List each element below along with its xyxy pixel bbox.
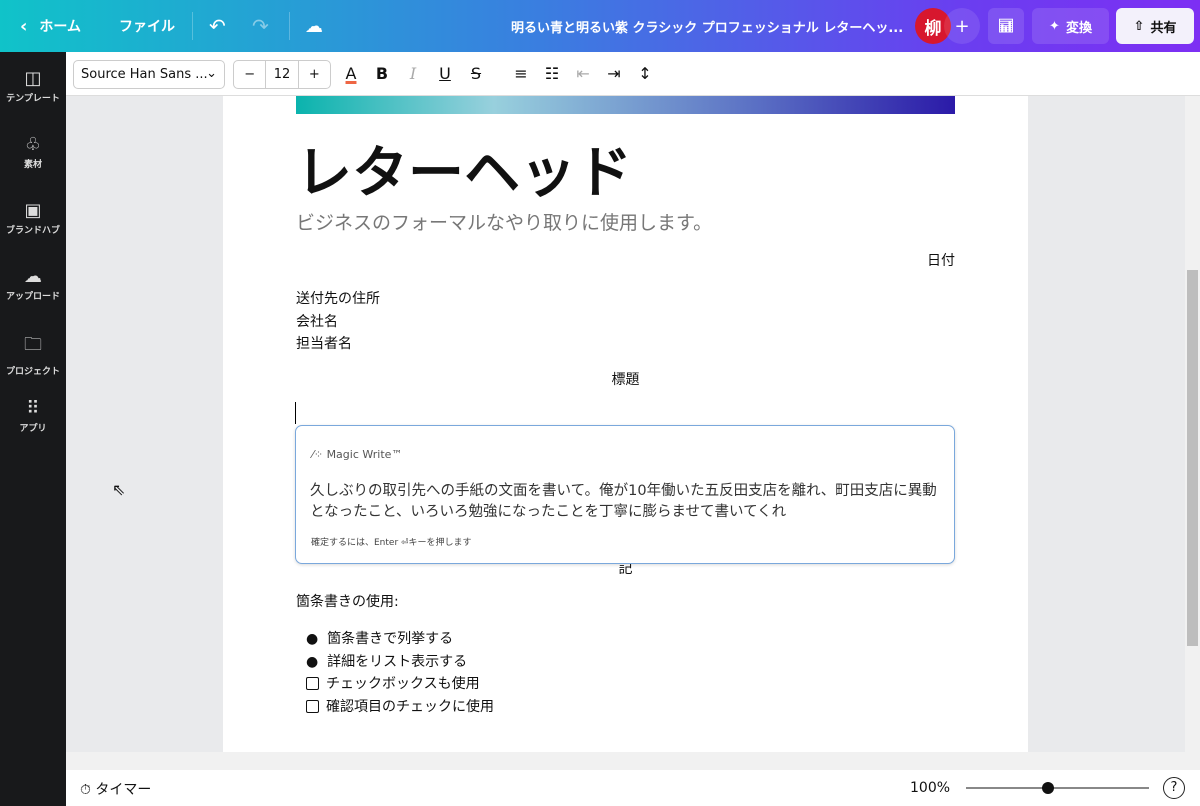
horizontal-scrollbar[interactable]	[66, 752, 1200, 770]
zoom-level[interactable]: 100%	[910, 780, 950, 796]
timer-label: タイマー	[95, 782, 152, 798]
sidebar-label: テンプレート	[6, 94, 60, 104]
timer-icon: ⏱	[80, 782, 96, 798]
magic-write-label: ⁄⁘ Magic Write™	[312, 448, 402, 461]
sidebar-item-elements[interactable]: ♧ 素材	[0, 134, 66, 170]
list-item: ● 箇条書きで列挙する	[306, 631, 454, 647]
list-item: ● 詳細をリスト表示する	[306, 653, 468, 670]
font-size-input[interactable]: 12	[266, 61, 299, 88]
sidebar-label: アプリ	[19, 424, 47, 434]
checkbox[interactable]	[306, 677, 319, 690]
address-line: 送付先の住所	[296, 291, 380, 307]
text-cursor	[295, 402, 296, 424]
bold-icon[interactable]: B	[372, 64, 392, 83]
sidebar-item-projects[interactable]: 🗀︎ プロジェクト	[0, 332, 66, 377]
sidebar-item-upload[interactable]: ☁ アップロード	[0, 266, 66, 302]
brand-icon: ▣	[24, 200, 42, 221]
checkbox-text: チェックボックスも使用	[326, 676, 480, 692]
sidebar-label: ブランドハブ	[5, 226, 60, 236]
magic-write-title: Magic Write™	[326, 448, 403, 461]
line-spacing-icon[interactable]: ↕	[635, 64, 655, 83]
sidebar-item-apps[interactable]: ⠿ アプリ	[0, 398, 66, 434]
folder-icon: 🗀︎	[24, 334, 42, 355]
contact-line: 担当者名	[296, 336, 352, 352]
checkbox-text: 確認項目のチェックに使用	[326, 698, 494, 715]
upload-icon: ☁	[24, 266, 42, 287]
home-button[interactable]: ‹ ホーム	[20, 16, 81, 37]
header-gradient-band	[296, 96, 955, 114]
document-title[interactable]: 明るい青と明るい紫 クラシック プロフェッショナル レターヘッ...	[511, 17, 903, 36]
date[interactable]: 日付	[927, 250, 955, 270]
indent-icon[interactable]: ⇥	[604, 64, 624, 83]
increase-size-button[interactable]: +	[299, 61, 330, 88]
footer-bar: ⏱ タイマー 100% ?	[66, 770, 1200, 806]
text-color-icon[interactable]: A	[341, 64, 361, 83]
magic-write-hint: 確定するには、Enter ⏎キーを押します	[311, 538, 472, 548]
sidebar-item-templates[interactable]: ◫ テンプレート	[0, 68, 66, 104]
subject[interactable]: 標題	[223, 369, 1028, 389]
undo-icon[interactable]: ↶	[209, 14, 226, 38]
share-label: 共有	[1150, 20, 1177, 36]
bullet-text: 詳細をリスト表示する	[327, 653, 468, 670]
canvas: レターヘッド ビジネスのフォーマルなやり取りに使用します。 日付 送付先の住所 …	[66, 96, 1185, 752]
analytics-button[interactable]: 📊︎	[988, 8, 1024, 44]
top-bar: ‹ ホーム ファイル ↶ ↷ ☁ 明るい青と明るい紫 クラシック プロフェッショナ…	[0, 0, 1200, 52]
text-toolbar: Source Han Sans ... ⌄ −12 + A B I U S ≡ ☷ …	[66, 52, 1200, 96]
magic-wand-icon: ⁄⁘	[312, 448, 327, 461]
underline-icon[interactable]: U	[435, 64, 455, 83]
zoom-slider-knob[interactable]	[1042, 782, 1055, 794]
company-line: 会社名	[296, 313, 338, 330]
scrollbar-thumb[interactable]	[1187, 270, 1198, 646]
checklist-item: 確認項目のチェックに使用	[306, 696, 494, 719]
convert-label: 変換	[1065, 20, 1092, 36]
bullet-text: 箇条書きで列挙する	[327, 631, 454, 647]
align-left-icon[interactable]: ≡	[511, 64, 531, 83]
subtitle[interactable]: ビジネスのフォーマルなやり取りに使用します。	[296, 208, 712, 235]
font-name: Source Han Sans ...	[81, 67, 208, 82]
magic-write-panel[interactable]: ⁄⁘ Magic Write™ 久しぶりの取引先への手紙の文面を書いて。俺が10…	[295, 425, 955, 564]
chevron-left-icon: ‹	[20, 15, 28, 37]
sidebar-item-brand[interactable]: ▣ ブランドハブ	[0, 200, 66, 236]
document-page[interactable]: レターヘッド ビジネスのフォーマルなやり取りに使用します。 日付 送付先の住所 …	[223, 96, 1028, 752]
help-button[interactable]: ?	[1163, 777, 1185, 799]
home-label: ホーム	[39, 19, 82, 35]
bullet-list-icon[interactable]: ☷	[542, 64, 562, 83]
sparkle-presentation-icon: ✦	[1049, 18, 1060, 34]
convert-button[interactable]: ✦ 変換	[1032, 8, 1109, 44]
zoom-slider[interactable]	[966, 782, 1149, 794]
upload-icon: ⇧	[1133, 18, 1145, 34]
timer-button[interactable]: ⏱ タイマー	[80, 779, 151, 799]
add-collaborator-button[interactable]: +	[944, 8, 980, 44]
sidebar-label: 素材	[23, 160, 42, 170]
strikethrough-icon[interactable]: S	[466, 64, 486, 83]
redo-icon[interactable]: ↷	[252, 14, 269, 38]
chevron-down-icon: ⌄	[206, 66, 217, 81]
outdent-icon[interactable]: ⇤	[573, 64, 593, 83]
sidebar-label: アップロード	[5, 292, 60, 302]
address-block[interactable]: 送付先の住所 会社名 担当者名	[296, 288, 380, 356]
chart-icon: 📊︎	[997, 18, 1015, 34]
checklist-item: チェックボックスも使用	[306, 673, 494, 696]
italic-icon[interactable]: I	[403, 64, 423, 83]
font-selector[interactable]: Source Han Sans ... ⌄	[73, 60, 225, 89]
checkbox[interactable]	[306, 699, 319, 713]
font-size-stepper[interactable]: −12 +	[233, 60, 331, 89]
template-icon: ◫	[24, 68, 42, 89]
sidebar: ◫ テンプレート ♧ 素材 ▣ ブランドハブ ☁ アップロード 🗀︎ プロジェクト ⠿ アプ…	[0, 52, 66, 806]
bullet-list[interactable]: ● 箇条書きで列挙する ● 詳細をリスト表示する チェックボックスも使用 確認項…	[306, 628, 494, 718]
cloud-saved-icon[interactable]: ☁	[305, 16, 323, 37]
elements-icon: ♧	[24, 134, 42, 155]
file-menu[interactable]: ファイル	[119, 16, 175, 36]
mouse-cursor-icon: ⇖	[112, 480, 126, 499]
vertical-scrollbar[interactable]	[1185, 96, 1200, 752]
share-button[interactable]: ⇧ 共有	[1116, 8, 1194, 44]
sidebar-label: プロジェクト	[5, 367, 60, 377]
decrease-size-button[interactable]: −	[234, 61, 267, 88]
letterhead-heading[interactable]: レターヘッド	[296, 128, 632, 209]
list-title[interactable]: 箇条書きの使用:	[296, 591, 399, 611]
apps-icon: ⠿	[26, 398, 40, 419]
magic-write-prompt[interactable]: 久しぶりの取引先への手紙の文面を書いて。俺が10年働いた五反田支店を離れ、町田支…	[310, 481, 940, 523]
